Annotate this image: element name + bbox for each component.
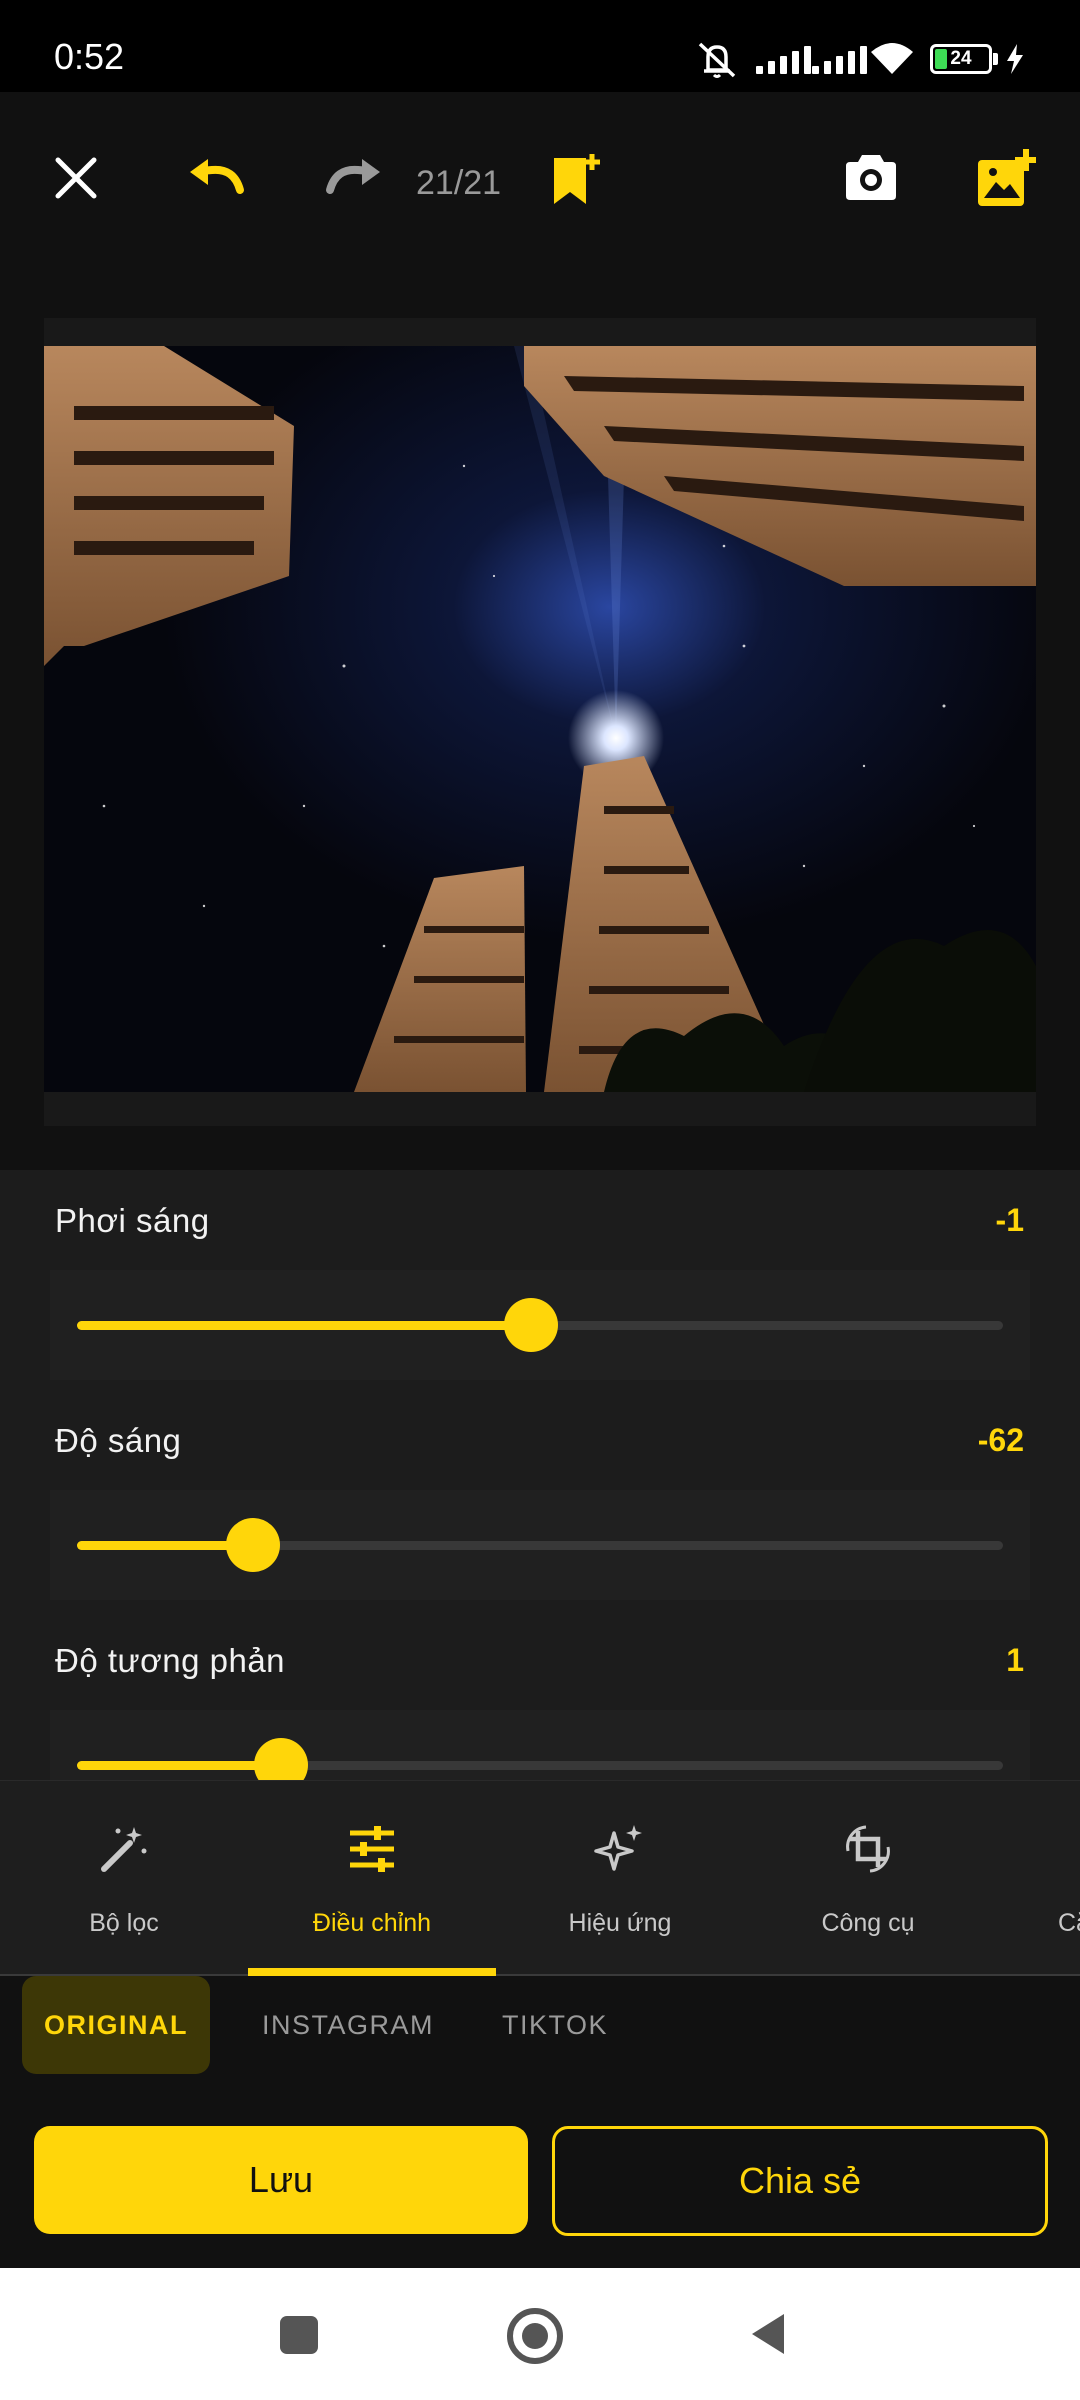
share-button[interactable]: Chia sẻ xyxy=(552,2126,1048,2236)
tab-adjust[interactable]: Điều chỉnh xyxy=(248,1781,496,1977)
close-icon[interactable] xyxy=(52,154,100,202)
signal-icon xyxy=(812,44,867,74)
tab-tools[interactable]: Công cụ xyxy=(744,1781,992,1977)
status-time: 0:52 xyxy=(54,36,125,77)
contrast-value: 1 xyxy=(1006,1642,1024,1678)
tab-label: Công cụ xyxy=(821,1909,915,1937)
top-toolbar xyxy=(0,92,1080,272)
home-icon[interactable] xyxy=(507,2308,563,2364)
sliders-icon xyxy=(350,1826,394,1872)
photo-image[interactable] xyxy=(44,346,1036,1092)
charging-icon xyxy=(1007,44,1023,74)
tab-label: Bộ lọc xyxy=(89,1909,159,1937)
bookmark-add-icon[interactable] xyxy=(552,152,604,208)
contrast-slider[interactable] xyxy=(50,1710,1030,1780)
tab-label: Hiệu ứng xyxy=(568,1909,672,1937)
image-counter: 21/21 xyxy=(416,164,502,202)
exposure-label: Phơi sáng xyxy=(55,1202,210,1239)
recents-icon[interactable] xyxy=(280,2316,318,2354)
crop-rotate-icon xyxy=(846,1825,890,1873)
undo-icon[interactable] xyxy=(186,156,250,200)
tab-effects[interactable]: Hiệu ứng xyxy=(496,1781,744,1977)
tab-filters[interactable]: Bộ lọc xyxy=(0,1781,248,1977)
back-icon[interactable] xyxy=(748,2310,788,2358)
save-button[interactable]: Lưu xyxy=(34,2126,528,2234)
adjustment-panel: Phơi sáng -1 Độ sáng -62 Độ tương phản 1 xyxy=(0,1170,1080,1780)
tab-label: Điều chỉnh xyxy=(312,1909,432,1937)
wifi-icon xyxy=(871,43,913,74)
battery-icon: 24 xyxy=(930,44,992,74)
editor-tabs: Bộ lọc Điều chỉnh Hiệu ứng Công cụ Cắ xyxy=(0,1780,1080,1977)
format-instagram[interactable]: INSTAGRAM xyxy=(262,1976,434,2074)
exposure-value: -1 xyxy=(995,1202,1024,1238)
status-bar xyxy=(0,0,1080,92)
camera-icon[interactable] xyxy=(842,152,900,204)
slider-thumb[interactable] xyxy=(503,1298,558,1352)
slider-thumb[interactable] xyxy=(225,1518,280,1572)
tab-partial[interactable]: Cắ xyxy=(992,1781,1080,1977)
format-tiktok[interactable]: TIKTOK xyxy=(502,1976,608,2074)
contrast-label: Độ tương phản xyxy=(55,1642,286,1679)
active-tab-indicator xyxy=(248,1968,496,1976)
redo-icon[interactable] xyxy=(320,156,384,200)
mute-icon xyxy=(698,42,736,78)
exposure-slider[interactable] xyxy=(50,1270,1030,1380)
magic-wand-icon xyxy=(101,1827,147,1872)
format-original[interactable]: ORIGINAL xyxy=(22,1976,210,2074)
brightness-label: Độ sáng xyxy=(55,1422,182,1459)
sparkle-icon xyxy=(594,1825,642,1871)
format-selector: ORIGINAL INSTAGRAM TIKTOK xyxy=(0,1976,1080,2088)
battery-tip xyxy=(993,53,998,65)
signal-icon xyxy=(756,44,811,74)
tab-label: Cắ xyxy=(1058,1909,1080,1937)
add-image-icon[interactable] xyxy=(976,148,1036,208)
brightness-slider[interactable] xyxy=(50,1490,1030,1600)
brightness-value: -62 xyxy=(977,1422,1024,1458)
